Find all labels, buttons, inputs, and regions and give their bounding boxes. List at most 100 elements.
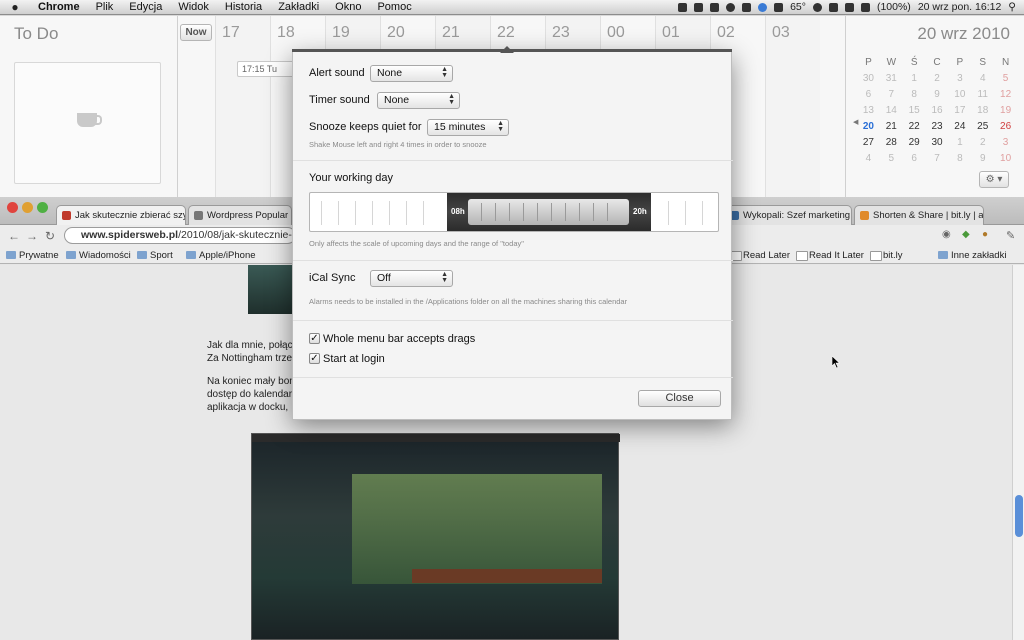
calendar-day[interactable]: 2 <box>926 73 949 84</box>
evernote-icon[interactable] <box>694 2 704 12</box>
page-scrollbar[interactable] <box>1012 265 1024 640</box>
bookmark-folder[interactable]: Prywatne <box>6 250 59 261</box>
calendar-day[interactable]: 5 <box>880 153 903 164</box>
calendar-day[interactable]: 3 <box>994 137 1017 148</box>
menu-zakladki[interactable]: Zakładki <box>270 1 327 13</box>
calendar-day[interactable]: 6 <box>857 89 880 100</box>
menu-bar-drags-label[interactable]: Whole menu bar accepts drags <box>323 333 475 345</box>
calendar-day[interactable]: 2 <box>971 137 994 148</box>
browser-tab[interactable]: Wordpress Popular Posts <box>188 205 292 225</box>
camera-icon[interactable] <box>710 2 720 12</box>
calendar-day[interactable]: 19 <box>994 105 1017 116</box>
extension-icon[interactable]: ◆ <box>962 229 970 240</box>
battery-label[interactable]: (100%) <box>877 1 911 13</box>
temperature-label[interactable]: 65° <box>790 1 806 13</box>
bookmark-link[interactable]: Read Later <box>730 250 790 261</box>
minimize-window-icon[interactable] <box>22 202 33 213</box>
close-button[interactable]: Close <box>638 390 721 407</box>
calendar-day[interactable]: 8 <box>948 153 971 164</box>
back-arrow-icon[interactable]: ← <box>8 229 20 243</box>
calendar-day[interactable]: 7 <box>880 89 903 100</box>
calendar-day[interactable]: 1 <box>903 73 926 84</box>
reload-icon[interactable]: ↻ <box>45 229 55 243</box>
bookmark-link[interactable]: Read It Later <box>796 250 864 261</box>
time-machine-icon[interactable] <box>812 2 822 12</box>
menu-bar-drags-checkbox[interactable]: ✓ <box>309 333 320 344</box>
calendar-day[interactable]: 5 <box>994 73 1017 84</box>
calendar-day[interactable]: 13 <box>857 105 880 116</box>
calendar-day[interactable]: 26 <box>994 121 1017 132</box>
menu-edycja[interactable]: Edycja <box>121 1 170 13</box>
zoom-window-icon[interactable] <box>37 202 48 213</box>
bookmark-folder[interactable]: Apple/iPhone <box>186 250 256 261</box>
snooze-duration-select[interactable]: 15 minutes ▲ ▼ <box>427 119 509 136</box>
browser-tab[interactable]: Wykopali: Szef marketing <box>724 205 852 225</box>
ical-sync-select[interactable]: Off ▲ ▼ <box>370 270 453 287</box>
calendar-day[interactable]: 22 <box>903 121 926 132</box>
calendar-day[interactable]: 23 <box>926 121 949 132</box>
clock-label[interactable]: 20 wrz pon. 16:12 <box>918 1 1001 13</box>
calendar-day[interactable]: 10 <box>994 153 1017 164</box>
alarms-icon[interactable] <box>758 2 768 12</box>
calendar-day[interactable]: 9 <box>926 89 949 100</box>
calendar-day[interactable]: 15 <box>903 105 926 116</box>
calendar-day[interactable]: 29 <box>903 137 926 148</box>
extension-icon[interactable]: ◉ <box>942 229 951 240</box>
calendar-day[interactable]: 6 <box>903 153 926 164</box>
calendar-day[interactable]: 30 <box>857 73 880 84</box>
notification-icon[interactable] <box>678 2 688 12</box>
calendar-day[interactable]: 21 <box>880 121 903 132</box>
calendar-day[interactable]: 18 <box>971 105 994 116</box>
calendar-day[interactable]: 28 <box>880 137 903 148</box>
working-day-range-bar[interactable] <box>468 199 629 225</box>
bookmark-folder[interactable]: Wiadomości <box>66 250 131 261</box>
start-at-login-label[interactable]: Start at login <box>323 353 385 365</box>
calendar-day[interactable]: 8 <box>903 89 926 100</box>
lock-icon[interactable] <box>774 2 784 12</box>
timer-sound-select[interactable]: None ▲ ▼ <box>377 92 460 109</box>
working-day-end[interactable]: 20h <box>633 207 647 216</box>
settings-gear-button[interactable]: ⚙ ▾ <box>979 171 1009 188</box>
todo-drop-area[interactable] <box>14 62 161 184</box>
start-at-login-checkbox[interactable]: ✓ <box>309 353 320 364</box>
event-chip[interactable]: 17:15 Tu <box>237 61 297 77</box>
apple-menu-icon[interactable]: ● <box>0 0 30 14</box>
alert-sound-select[interactable]: None ▲ ▼ <box>370 65 453 82</box>
bluetooth-icon[interactable] <box>828 2 838 12</box>
calendar-day[interactable]: 9 <box>971 153 994 164</box>
address-bar[interactable]: www.spidersweb.pl/2010/08/jak-skutecznie… <box>64 227 296 244</box>
hour-column[interactable]: 03 <box>765 16 820 197</box>
now-button[interactable]: Now <box>180 24 212 41</box>
wrench-menu-icon[interactable]: ✎ <box>1006 229 1015 242</box>
calendar-day[interactable]: 27 <box>857 137 880 148</box>
browser-tab[interactable]: Jak skutecznie zbierać szy <box>56 205 186 225</box>
scrollbar-thumb[interactable] <box>1015 495 1023 537</box>
menu-plik[interactable]: Plik <box>88 1 122 13</box>
calendar-day[interactable]: 12 <box>994 89 1017 100</box>
extension-icon[interactable]: ● <box>982 229 988 240</box>
menu-okno[interactable]: Okno <box>327 1 369 13</box>
bookmark-folder[interactable]: Inne zakładki <box>938 250 1006 261</box>
calendar-day[interactable]: 7 <box>926 153 949 164</box>
calendar-day[interactable]: 4 <box>971 73 994 84</box>
calendar-day[interactable]: 11 <box>971 89 994 100</box>
calendar-day[interactable]: 20 <box>857 121 880 132</box>
calendar-day[interactable]: 14 <box>880 105 903 116</box>
menu-pomoc[interactable]: Pomoc <box>369 1 419 13</box>
working-day-start[interactable]: 08h <box>451 207 465 216</box>
calendar-day[interactable]: 30 <box>926 137 949 148</box>
music-icon[interactable] <box>726 2 736 12</box>
calendar-day[interactable]: 25 <box>971 121 994 132</box>
hour-column[interactable]: 17 <box>215 16 270 197</box>
bookmark-link[interactable]: bit.ly <box>870 250 903 261</box>
calendar-day[interactable]: 10 <box>948 89 971 100</box>
menu-widok[interactable]: Widok <box>170 1 217 13</box>
spotlight-icon[interactable]: ⚲ <box>1008 1 1016 13</box>
calendar-prev-arrow-icon[interactable]: ◀ <box>853 118 858 126</box>
calendar-day[interactable]: 31 <box>880 73 903 84</box>
calendar-day[interactable]: 17 <box>948 105 971 116</box>
calendar-day[interactable]: 4 <box>857 153 880 164</box>
calendar-day[interactable]: 16 <box>926 105 949 116</box>
wifi-icon[interactable] <box>844 2 854 12</box>
working-day-range[interactable]: 08h 20h <box>447 193 651 231</box>
